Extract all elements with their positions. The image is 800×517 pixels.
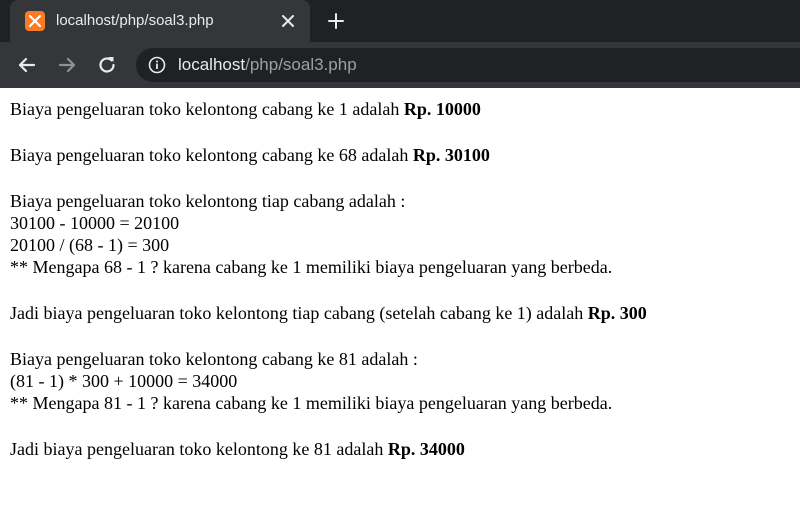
page-content: Biaya pengeluaran toko kelontong cabang … <box>10 98 790 484</box>
branch-81-text: Jadi biaya pengeluaran toko kelontong ke… <box>10 439 388 459</box>
url-path: /php/soal3.php <box>245 55 357 74</box>
xampp-icon <box>25 11 45 31</box>
calc-note: ** Mengapa 81 - 1 ? karena cabang ke 1 m… <box>10 393 613 413</box>
paragraph-branch-81-calc: Biaya pengeluaran toko kelontong cabang … <box>10 348 790 414</box>
browser-tab[interactable]: localhost/php/soal3.php <box>10 0 310 42</box>
branch-1-cost: Rp. 10000 <box>403 99 481 119</box>
per-branch-cost: Rp. 300 <box>587 303 647 323</box>
url-text: localhost/php/soal3.php <box>178 55 357 75</box>
calc-line: (81 - 1) * 300 + 10000 = 34000 <box>10 371 238 391</box>
calc-line: Biaya pengeluaran toko kelontong cabang … <box>10 349 418 369</box>
forward-arrow-icon[interactable] <box>56 54 78 76</box>
url-host: localhost <box>178 55 246 74</box>
calc-line: Biaya pengeluaran toko kelontong tiap ca… <box>10 191 406 211</box>
calc-line: 30100 - 10000 = 20100 <box>10 213 180 233</box>
branch-68-cost: Rp. 30100 <box>412 145 490 165</box>
tab-title: localhost/php/soal3.php <box>56 12 214 29</box>
branch-68-text: Biaya pengeluaran toko kelontong cabang … <box>10 145 413 165</box>
reload-icon[interactable] <box>96 54 118 76</box>
browser-toolbar: localhost/php/soal3.php <box>0 42 800 88</box>
back-arrow-icon[interactable] <box>16 54 38 76</box>
plus-icon[interactable] <box>326 11 346 31</box>
info-icon[interactable] <box>148 56 166 74</box>
paragraph-branch-81-result: Jadi biaya pengeluaran toko kelontong ke… <box>10 438 790 460</box>
branch-81-cost: Rp. 34000 <box>387 439 465 459</box>
paragraph-per-branch-result: Jadi biaya pengeluaran toko kelontong ti… <box>10 302 790 324</box>
paragraph-per-branch-calc: Biaya pengeluaran toko kelontong tiap ca… <box>10 190 790 278</box>
calc-note: ** Mengapa 68 - 1 ? karena cabang ke 1 m… <box>10 257 613 277</box>
address-bar[interactable]: localhost/php/soal3.php <box>136 48 800 82</box>
paragraph-branch-1: Biaya pengeluaran toko kelontong cabang … <box>10 98 790 120</box>
branch-1-text: Biaya pengeluaran toko kelontong cabang … <box>10 99 404 119</box>
calc-line: 20100 / (68 - 1) = 300 <box>10 235 170 255</box>
per-branch-text: Jadi biaya pengeluaran toko kelontong ti… <box>10 303 588 323</box>
close-icon[interactable] <box>278 11 298 31</box>
paragraph-branch-68: Biaya pengeluaran toko kelontong cabang … <box>10 144 790 166</box>
tab-strip: localhost/php/soal3.php <box>0 0 800 42</box>
